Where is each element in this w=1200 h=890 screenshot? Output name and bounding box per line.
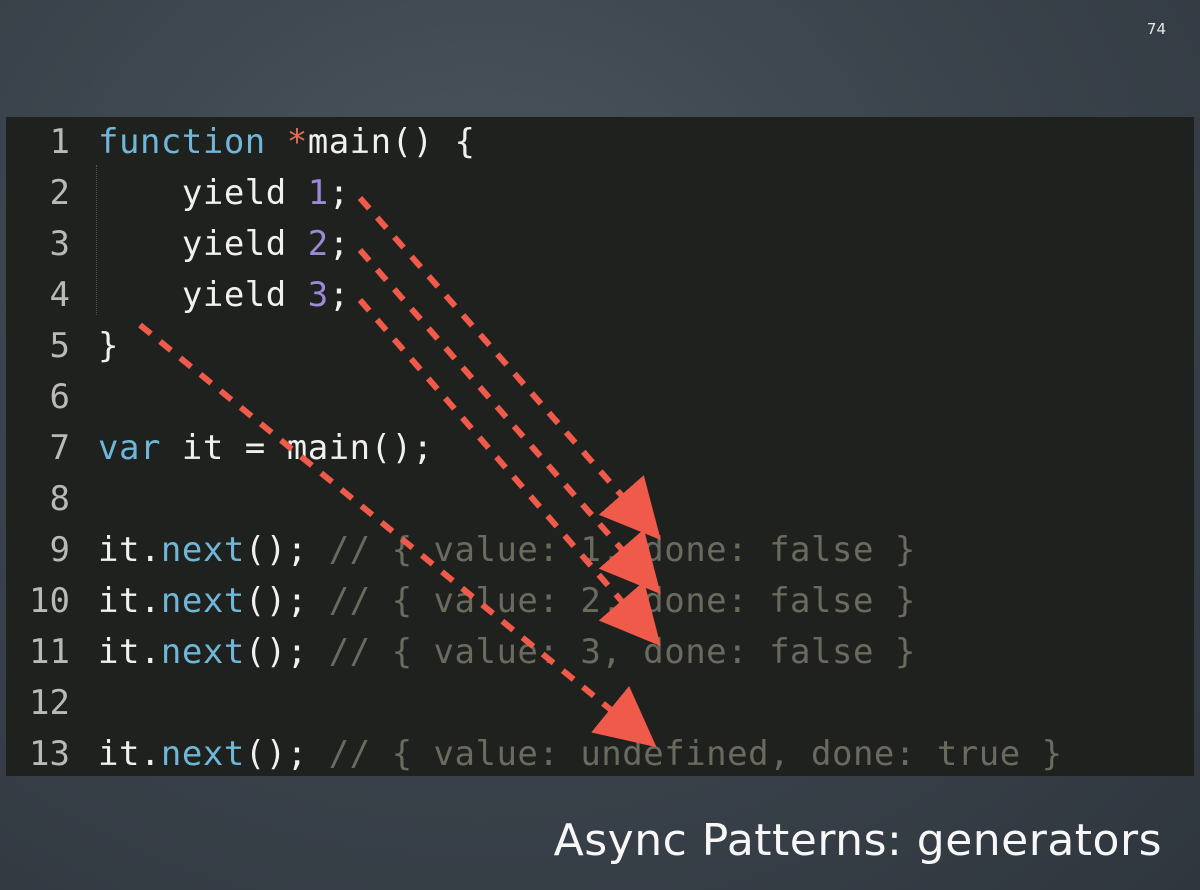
arrow-yield-3 [357, 298, 661, 647]
slide: 74 1 function *main() {2 yield 1; 3 yield … [0, 0, 1200, 890]
annotation-arrows [138, 196, 661, 748]
slide-title: Async Patterns: generators [553, 815, 1162, 866]
arrow-yield-1 [357, 196, 661, 541]
arrow-yield-2 [357, 248, 661, 595]
arrow-done [138, 322, 657, 748]
